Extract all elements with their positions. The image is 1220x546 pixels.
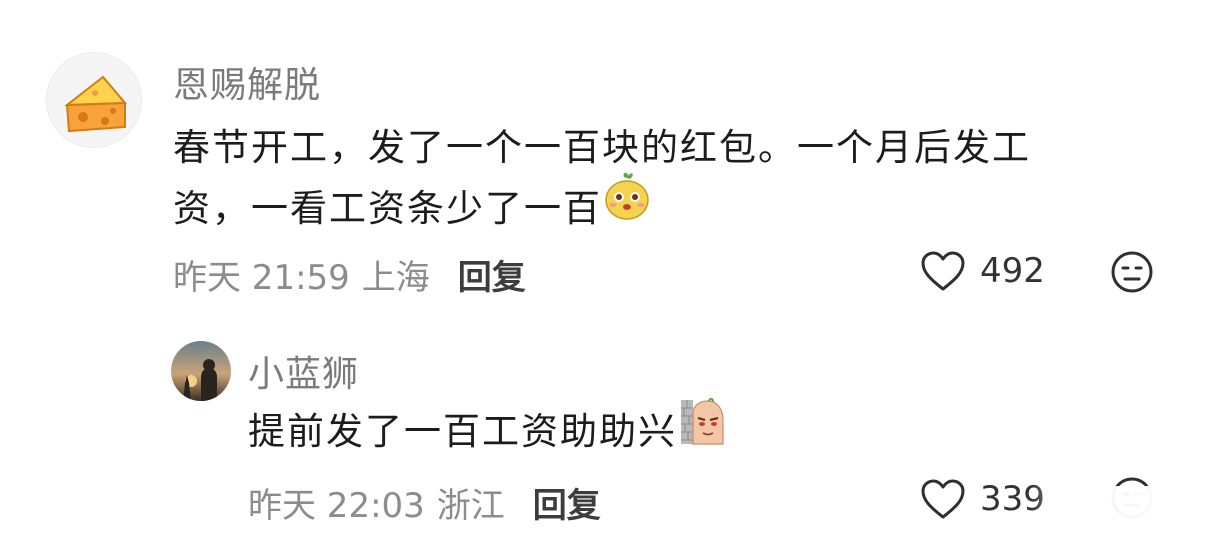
sunset-silhouette-avatar: [171, 341, 231, 401]
cheese-icon: [63, 75, 128, 133]
comment-meta: 昨天 21:59 上海 回复: [173, 250, 526, 299]
smiling-mascot-emoji: [604, 171, 650, 238]
reply-button[interactable]: 回复: [533, 478, 601, 527]
dislike-button[interactable]: [1110, 250, 1154, 298]
watermark-overlay: [1030, 486, 1220, 546]
avatar[interactable]: [46, 52, 142, 148]
reply-location: 浙江: [436, 486, 505, 526]
comment-text: 春节开工，发了一个一百块的红包。一个月后发工 资，一看工资条少了一百: [173, 119, 1173, 244]
reply-time: 昨天 22:03: [248, 486, 425, 526]
heart-icon: [921, 251, 965, 291]
comment-username[interactable]: 恩赐解脱: [173, 56, 321, 108]
neutral-face-icon: [1111, 251, 1153, 293]
reply-text: 提前发了一百工资助助兴: [248, 397, 1148, 467]
avatar[interactable]: [171, 341, 231, 401]
reply-text-body: 提前发了一百工资助助兴: [248, 410, 677, 453]
like-button[interactable]: 339: [920, 478, 1045, 520]
comment-time: 昨天 21:59: [173, 258, 350, 298]
comment-text-line2: 资，一看工资条少了一百: [173, 187, 602, 230]
reply-username[interactable]: 小蓝狮: [248, 345, 359, 397]
comment-text-line: 春节开工，发了一个一百块的红包。一个月后发工: [173, 126, 1031, 169]
heart-icon: [921, 479, 965, 519]
peeking-wall-emoji: [679, 396, 725, 463]
reply-meta: 昨天 22:03 浙江 回复: [248, 478, 601, 527]
reply-button[interactable]: 回复: [458, 250, 526, 299]
comment-location: 上海: [361, 258, 430, 298]
like-count: 492: [980, 251, 1045, 291]
like-button[interactable]: 492: [920, 250, 1045, 292]
comment-text-line: 资，一看工资条少了一百: [173, 172, 1173, 244]
